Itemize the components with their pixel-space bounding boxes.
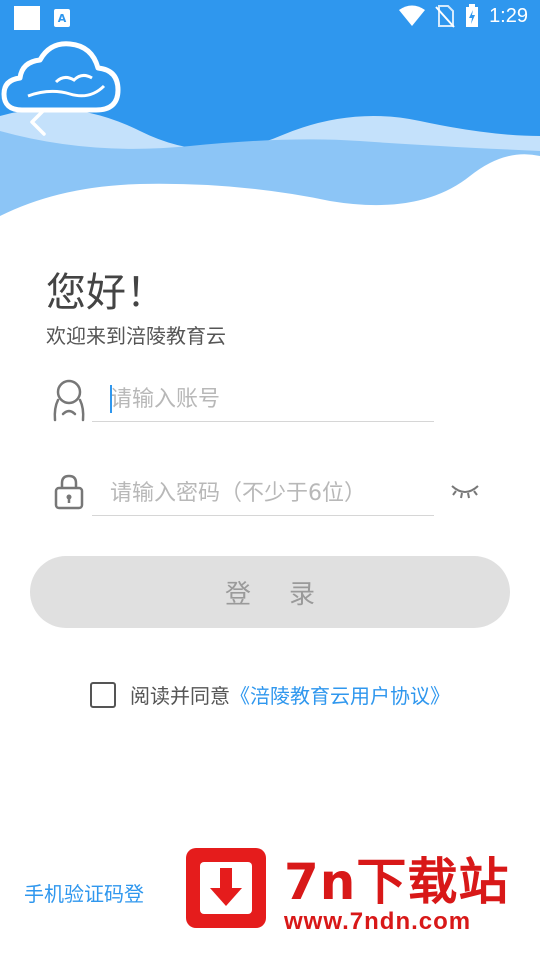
header-banner [0, 36, 540, 226]
agreement-text: 阅读并同意 [130, 684, 230, 708]
status-time: 1:29 [489, 4, 528, 27]
status-bar: A 1:29 [0, 0, 540, 36]
a-app-icon: A [54, 9, 70, 27]
password-visibility-toggle[interactable] [450, 480, 480, 504]
login-button[interactable]: 登录 [30, 556, 510, 628]
cloud-logo-icon [1, 41, 121, 113]
agreement-checkbox[interactable] [90, 681, 116, 708]
account-input[interactable] [92, 378, 434, 422]
eye-closed-icon [451, 485, 479, 499]
no-sim-icon [435, 5, 455, 28]
download-arrow-icon [186, 848, 266, 928]
agreement-row: 阅读并同意 《涪陵教育云用户协议》 [90, 680, 450, 709]
greeting-title: 您好！ [46, 270, 166, 316]
watermark-url: www.7ndn.com [284, 908, 472, 935]
sms-login-link[interactable]: 手机验证码登 [24, 878, 144, 907]
password-input[interactable] [92, 472, 434, 516]
notification-square-icon [14, 6, 40, 30]
user-icon [53, 379, 85, 422]
greeting-subtitle: 欢迎来到涪陵教育云 [46, 324, 226, 348]
wifi-icon [399, 5, 426, 26]
lock-icon [54, 474, 84, 510]
watermark-title: 7n下载站 [284, 853, 510, 911]
text-caret [110, 385, 112, 413]
user-agreement-link[interactable]: 《涪陵教育云用户协议》 [230, 680, 450, 709]
battery-charging-icon [466, 4, 479, 27]
